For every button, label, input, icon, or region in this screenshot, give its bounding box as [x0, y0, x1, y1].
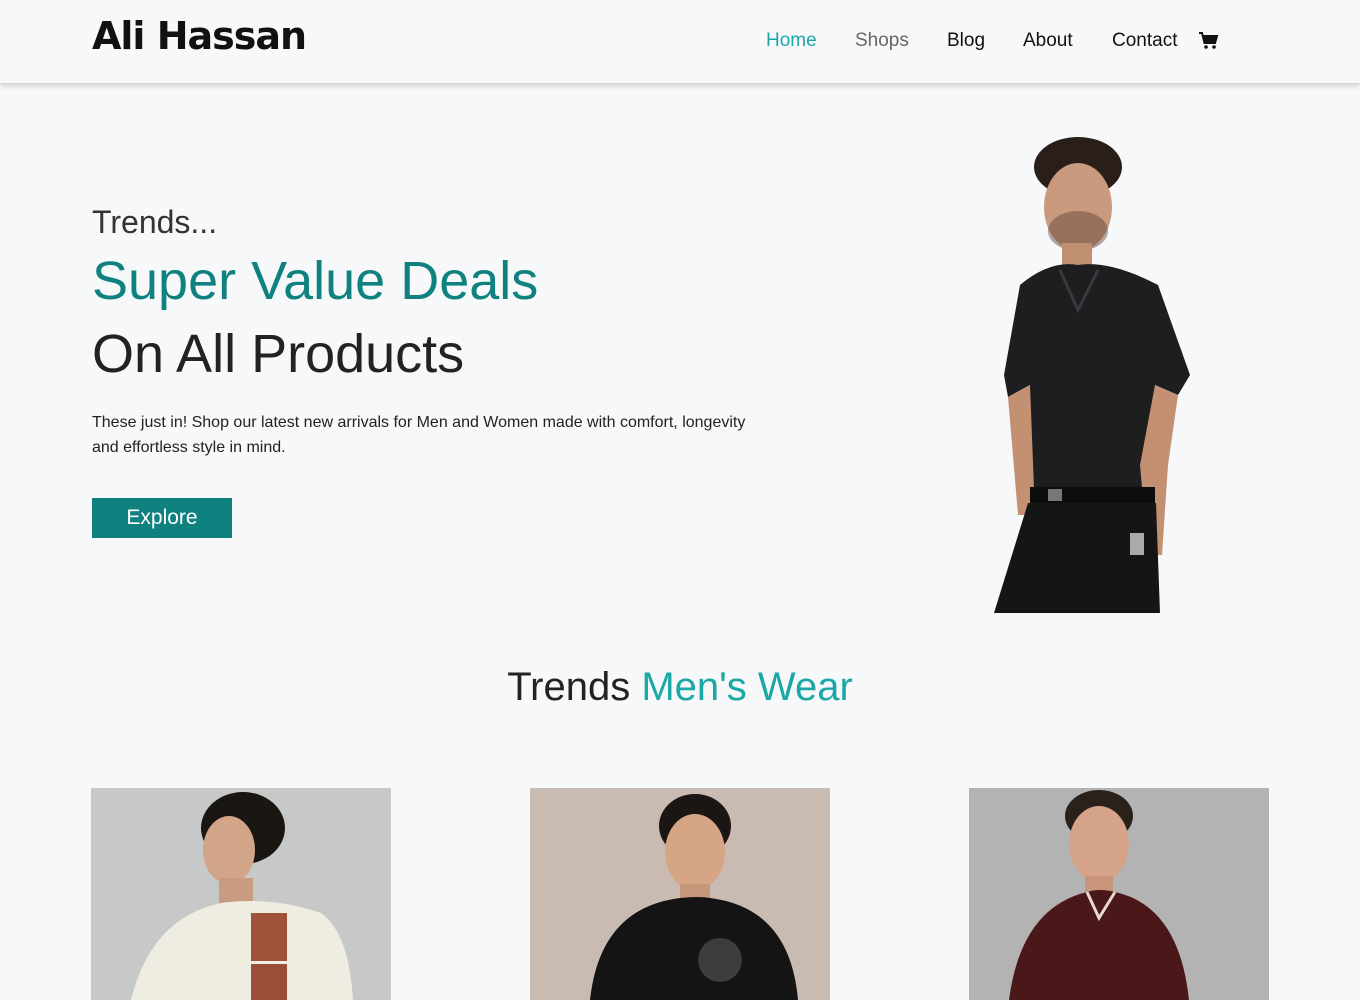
hero-model-image	[994, 137, 1190, 613]
section-title-prefix: Trends	[507, 665, 631, 709]
hero-kicker: Trends...	[92, 204, 218, 240]
nav-blog[interactable]: Blog	[947, 30, 985, 52]
product-image-2	[530, 788, 830, 1000]
product-card-2[interactable]	[530, 788, 830, 1000]
product-image-1	[91, 788, 391, 1000]
product-card-3[interactable]	[969, 788, 1269, 1000]
header-nav: Ali Hassan Home Shops Blog About Contact	[0, 0, 1360, 84]
hero-subtitle: On All Products	[92, 324, 465, 384]
hero-description: These just in! Shop our latest new arriv…	[92, 414, 746, 456]
section-title-accent: Men's Wear	[641, 665, 853, 709]
cart-icon[interactable]	[1198, 31, 1220, 51]
product-card-1[interactable]	[91, 788, 391, 1000]
explore-button[interactable]: Explore	[92, 498, 232, 538]
nav-shops[interactable]: Shops	[855, 30, 909, 52]
hero-title: Super Value Deals	[92, 251, 539, 311]
nav-about[interactable]: About	[1023, 30, 1073, 52]
nav-home[interactable]: Home	[766, 30, 817, 52]
section-title: Trends Men's Wear	[0, 665, 1360, 710]
brand-logo[interactable]: Ali Hassan	[92, 14, 307, 58]
product-image-3	[969, 788, 1269, 1000]
nav-contact[interactable]: Contact	[1112, 30, 1177, 52]
